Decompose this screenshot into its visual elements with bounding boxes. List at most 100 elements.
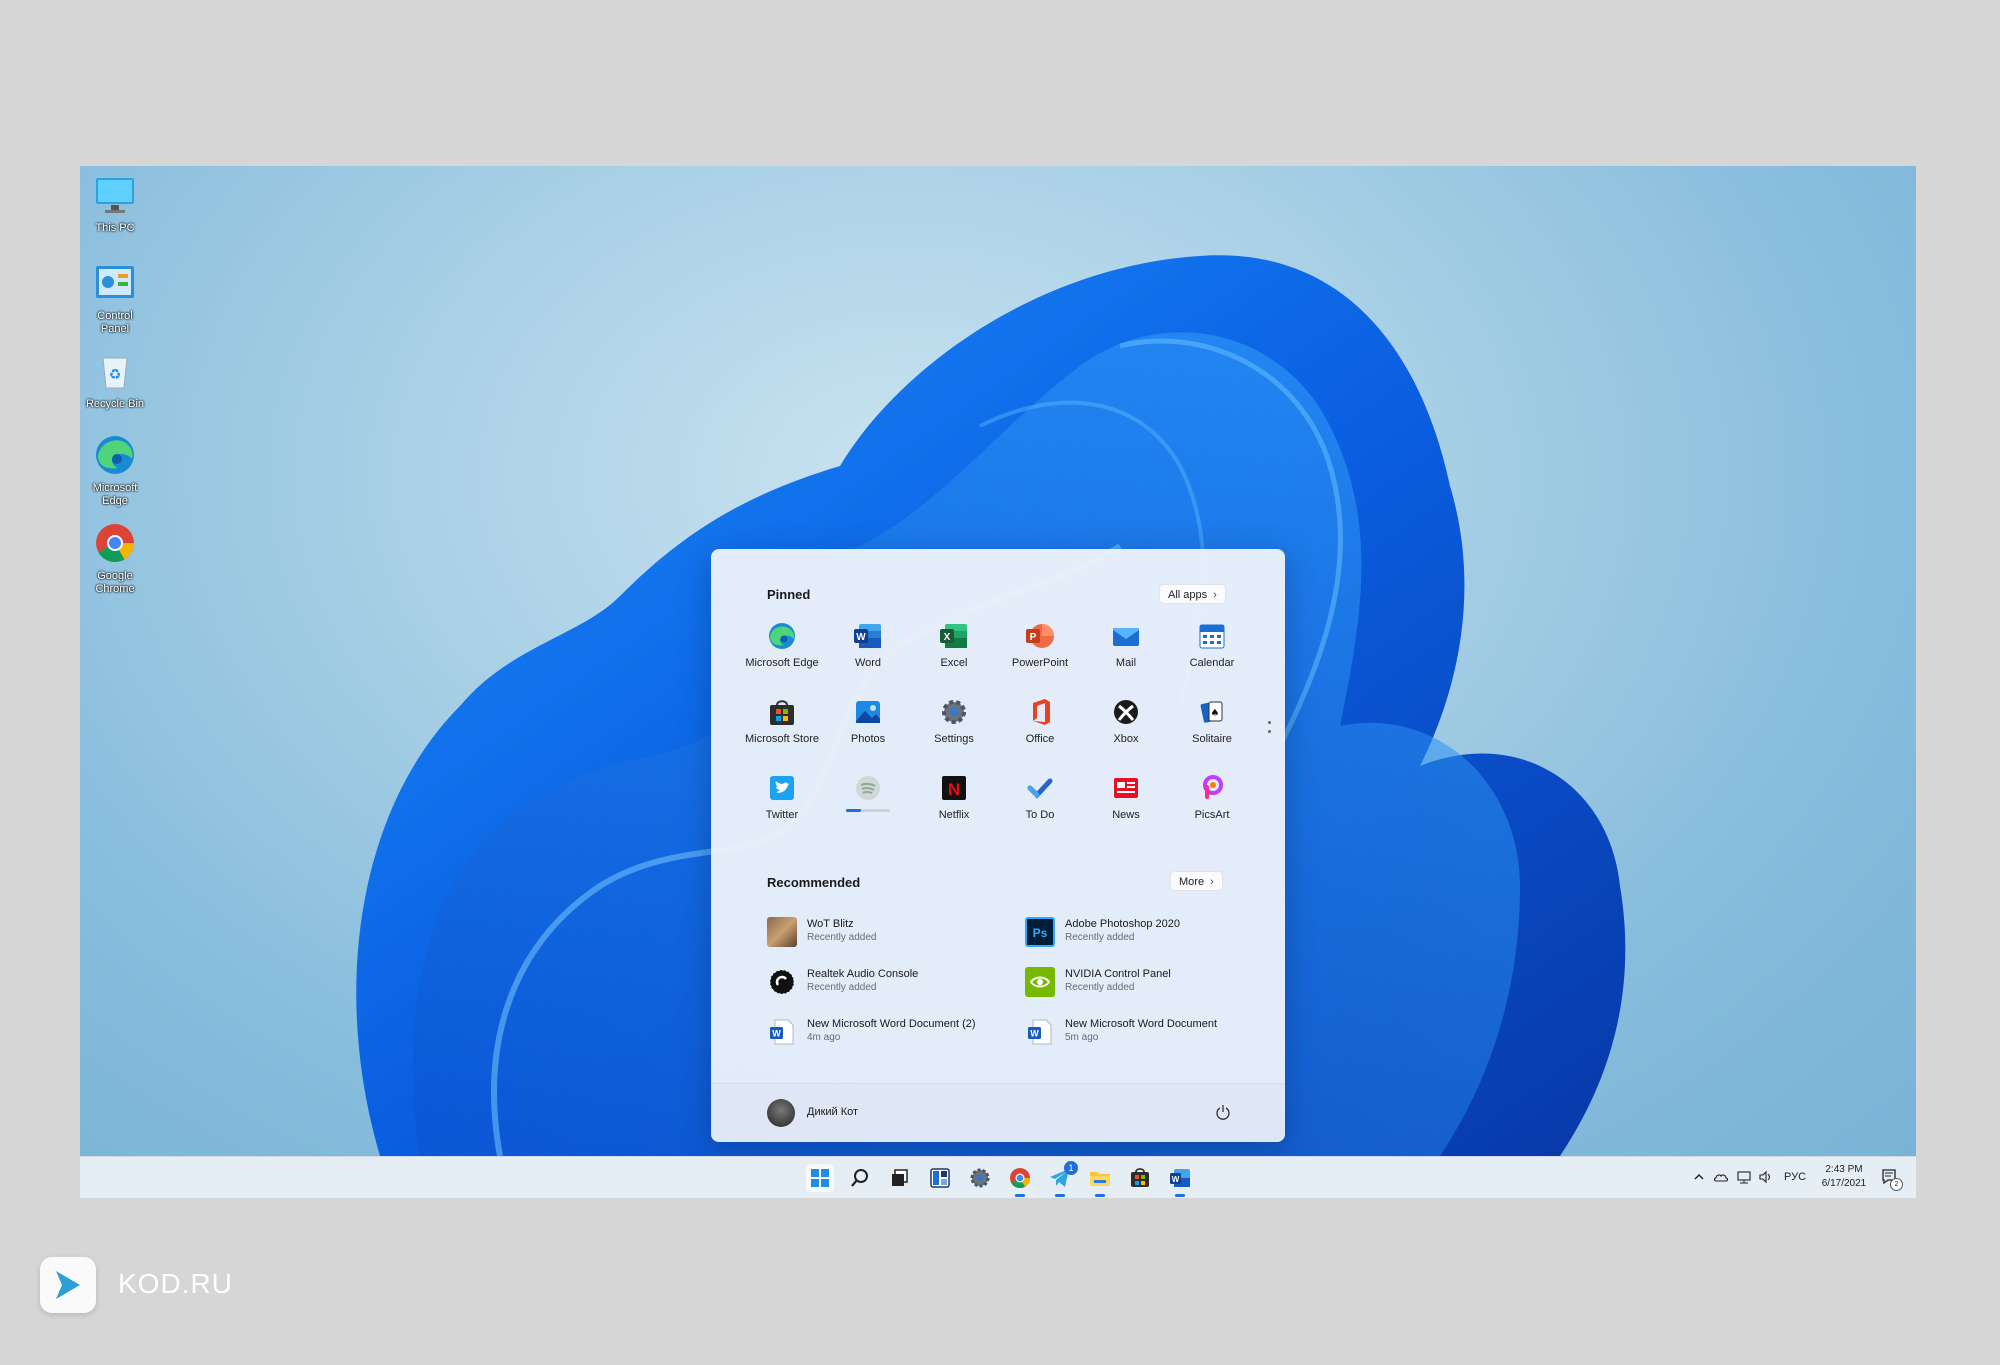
pinned-app-settings[interactable]: Settings [911, 697, 997, 757]
language-indicator[interactable]: РУС [1784, 1171, 1806, 1198]
desktop-icon-this-pc[interactable]: This PC [84, 172, 146, 235]
nvidia-icon [1025, 967, 1055, 997]
taskbar-search-button[interactable] [846, 1164, 874, 1192]
onedrive-icon[interactable] [1713, 1170, 1729, 1198]
user-avatar[interactable] [767, 1099, 795, 1127]
taskbar-store-button[interactable] [1126, 1164, 1154, 1192]
pinned-app-calendar[interactable]: Calendar [1169, 621, 1255, 681]
word-icon: W [853, 621, 883, 651]
desktop-icon-recycle-bin[interactable]: ♻ Recycle Bin [84, 348, 146, 411]
settings-icon [970, 1168, 990, 1188]
recommended-item-photoshop[interactable]: Ps Adobe Photoshop 2020 Recently added [1025, 915, 1275, 951]
pinned-app-powerpoint[interactable]: P PowerPoint [997, 621, 1083, 681]
taskbar: 1 W РУС 2:43 PM 6/17/2021 2 [80, 1156, 1916, 1198]
more-label: More [1179, 876, 1205, 888]
notification-center-button[interactable]: 2 [1880, 1167, 1903, 1198]
recommended-item-word-doc-2[interactable]: W New Microsoft Word Document (2) 4m ago [767, 1015, 1017, 1051]
pinned-app-photos[interactable]: Photos [825, 697, 911, 757]
desktop-icon-edge[interactable]: Microsoft Edge [84, 432, 146, 508]
widgets-icon [930, 1168, 950, 1188]
taskbar-chrome-button[interactable] [1006, 1164, 1034, 1197]
all-apps-label: All apps [1168, 589, 1208, 601]
all-apps-button[interactable]: All apps › [1159, 584, 1226, 604]
pinned-app-todo[interactable]: To Do [997, 773, 1083, 833]
desktop-screen: This PC Control Panel ♻ Recycle Bin Micr… [80, 166, 1916, 1198]
edge-icon [92, 432, 138, 478]
desktop-icon-control-panel[interactable]: Control Panel [84, 260, 146, 336]
taskbar-settings-button[interactable] [966, 1164, 994, 1192]
wot-blitz-icon [767, 917, 797, 947]
pinned-app-news[interactable]: News [1083, 773, 1169, 833]
spotify-icon [853, 773, 883, 803]
pinned-app-office[interactable]: Office [997, 697, 1083, 757]
taskbar-task-view-button[interactable] [886, 1164, 914, 1192]
clock-date: 6/17/2021 [1821, 1178, 1867, 1189]
volume-icon[interactable] [1758, 1170, 1774, 1198]
more-button[interactable]: More › [1170, 871, 1223, 891]
svg-text:♠: ♠ [1211, 708, 1220, 719]
svg-text:W: W [772, 1029, 781, 1039]
pinned-app-spotify[interactable] [825, 773, 911, 833]
running-indicator [1055, 1194, 1065, 1197]
install-progress-fill [846, 809, 862, 812]
recycle-bin-icon: ♻ [92, 348, 138, 394]
start-menu: Pinned All apps › Microsoft Edge W Word X… [711, 549, 1285, 1142]
recommended-item-word-doc[interactable]: W New Microsoft Word Document 5m ago [1025, 1015, 1275, 1051]
pinned-app-netflix[interactable]: N Netflix [911, 773, 997, 833]
office-icon [1025, 697, 1055, 727]
pinned-app-twitter[interactable]: Twitter [739, 773, 825, 833]
word-doc-icon: W [1025, 1017, 1055, 1047]
network-icon[interactable] [1736, 1170, 1752, 1198]
page-indicator-dots[interactable] [1268, 721, 1272, 739]
telegram-badge: 1 [1064, 1161, 1078, 1175]
word-doc-icon: W [767, 1017, 797, 1047]
svg-text:W: W [1030, 1029, 1039, 1039]
solitaire-icon: ♠ [1197, 697, 1227, 727]
notification-count: 2 [1890, 1178, 1903, 1191]
realtek-icon [767, 967, 797, 997]
desktop-icon-chrome[interactable]: Google Chrome [84, 520, 146, 596]
svg-text:W: W [856, 632, 866, 643]
chrome-icon [92, 520, 138, 566]
power-icon[interactable] [1215, 1104, 1231, 1120]
pinned-app-picsart[interactable]: PicsArt [1169, 773, 1255, 833]
recommended-title: Recommended [767, 875, 861, 890]
svg-text:X: X [944, 632, 951, 643]
clock[interactable]: 2:43 PM 6/17/2021 [1812, 1163, 1876, 1198]
store-icon [767, 697, 797, 727]
pinned-app-edge[interactable]: Microsoft Edge [739, 621, 825, 681]
start-icon [811, 1169, 829, 1187]
pinned-app-excel[interactable]: X Excel [911, 621, 997, 681]
taskbar-start-button[interactable] [806, 1164, 834, 1192]
taskbar-word-button[interactable]: W [1166, 1164, 1194, 1197]
chevron-right-icon: › [1210, 876, 1214, 888]
watermark-logo [40, 1257, 96, 1313]
powerpoint-icon: P [1025, 621, 1055, 651]
pinned-app-solitaire[interactable]: ♠ Solitaire [1169, 697, 1255, 757]
pinned-app-store[interactable]: Microsoft Store [739, 697, 825, 757]
watermark-text: KOD.RU [118, 1268, 233, 1299]
settings-icon [939, 697, 969, 727]
recommended-item-realtek[interactable]: Realtek Audio Console Recently added [767, 965, 1017, 1001]
chevron-right-icon: › [1213, 589, 1217, 601]
recommended-item-wot-blitz[interactable]: WoT Blitz Recently added [767, 915, 1017, 951]
svg-text:N: N [948, 780, 960, 799]
pinned-app-word[interactable]: W Word [825, 621, 911, 681]
taskbar-telegram-button[interactable]: 1 [1046, 1161, 1078, 1197]
file-explorer-icon [1090, 1172, 1110, 1186]
pinned-app-xbox[interactable]: Xbox [1083, 697, 1169, 757]
news-icon [1111, 773, 1141, 803]
word-icon: W [1170, 1169, 1190, 1187]
recommended-item-nvidia[interactable]: NVIDIA Control Panel Recently added [1025, 965, 1275, 1001]
svg-text:P: P [1030, 632, 1037, 643]
user-name[interactable]: Дикий Кот [807, 1106, 858, 1118]
taskbar-widgets-button[interactable] [926, 1164, 954, 1192]
pinned-app-mail[interactable]: Mail [1083, 621, 1169, 681]
photoshop-icon: Ps [1025, 917, 1055, 947]
store-icon [1131, 1168, 1149, 1187]
running-indicator [1015, 1194, 1025, 1197]
tray-chevron-up-icon[interactable] [1692, 1170, 1706, 1198]
taskbar-file-explorer-button[interactable] [1086, 1164, 1114, 1197]
task-view-icon [892, 1169, 908, 1186]
control-panel-icon [92, 260, 138, 306]
